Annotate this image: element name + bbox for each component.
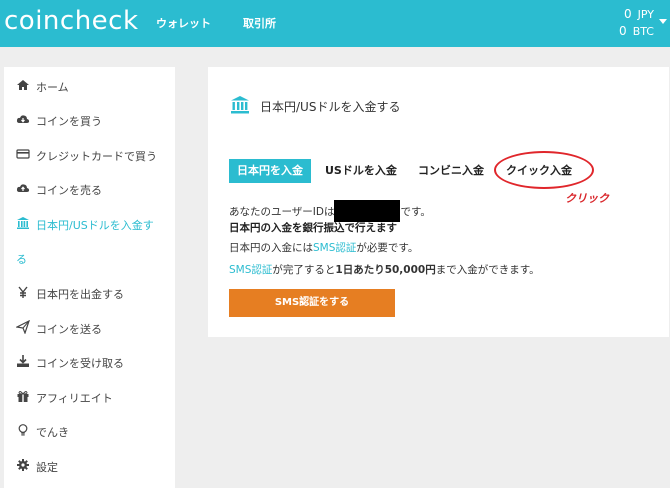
coincheck-logo[interactable]: coincheck xyxy=(4,6,139,36)
balance-jpy[interactable]: 0 JPY xyxy=(624,7,654,21)
sidebar-item-buy[interactable]: コインを買う xyxy=(4,104,175,134)
sidebar-item-label: アフィリエイト xyxy=(36,392,113,405)
home-icon xyxy=(17,80,29,90)
user-id-line: あなたのユーザーIDは です。 xyxy=(229,200,431,222)
sidebar-item-deposit[interactable]: 日本円/USドルを入金す xyxy=(4,208,175,238)
sidebar-item-label: 日本円/USドルを入金す xyxy=(36,219,154,232)
sidebar-item-home[interactable]: ホーム xyxy=(4,70,175,100)
user-id-prefix: あなたのユーザーIDは xyxy=(229,206,335,218)
gear-icon xyxy=(17,459,29,471)
nav-wallet[interactable]: ウォレット xyxy=(156,15,211,31)
credit-card-icon xyxy=(16,149,30,159)
balance-dropdown-caret-icon[interactable] xyxy=(659,19,667,24)
gift-icon xyxy=(17,391,29,402)
sms-auth-link[interactable]: SMS認証 xyxy=(313,242,356,254)
sidebar-item-settings[interactable]: 設定 xyxy=(4,450,175,480)
nav-exchange[interactable]: 取引所 xyxy=(243,15,276,31)
sidebar-item-label: クレジットカードで買う xyxy=(36,150,157,163)
sidebar-item-sell[interactable]: コインを売る xyxy=(4,173,175,203)
annotation-circle xyxy=(494,151,594,189)
sidebar-item-label: コインを買う xyxy=(36,115,102,128)
sidebar-item-label: コインを売る xyxy=(36,184,102,197)
redacted-user-id xyxy=(334,200,401,222)
sidebar-item-label: コインを受け取る xyxy=(36,357,124,370)
yen-icon xyxy=(18,286,28,298)
bank-icon xyxy=(17,217,29,229)
limit-line-amount: 1日あたり50,000円 xyxy=(335,264,436,276)
sidebar-item-label: でんき xyxy=(36,426,69,439)
sms-line-suffix: が必要です。 xyxy=(356,242,419,254)
limit-line-mid: が完了すると xyxy=(272,264,336,276)
sidebar-item-deposit-continuation[interactable]: る xyxy=(16,251,27,267)
bank-icon xyxy=(231,96,249,114)
bank-transfer-notice: 日本円の入金を銀行振込で行えます xyxy=(229,222,397,234)
sidebar-item-label: 日本円を出金する xyxy=(36,288,124,301)
sms-auth-link-2[interactable]: SMS認証 xyxy=(229,264,272,276)
sidebar-item-label: コインを送る xyxy=(36,323,102,336)
balance-btc-currency: BTC xyxy=(632,25,654,38)
sms-line-prefix: 日本円の入金には xyxy=(229,242,313,254)
sidebar-item-receive[interactable]: コインを受け取る xyxy=(4,346,175,376)
tab-convenience-deposit[interactable]: コンビニ入金 xyxy=(418,159,484,183)
cloud-download-icon xyxy=(16,115,30,123)
balance-btc-amount: 0 xyxy=(619,24,627,38)
top-header: coincheck ウォレット 取引所 0 JPY 0 BTC xyxy=(0,0,670,47)
balance-btc[interactable]: 0 BTC xyxy=(619,24,654,38)
limit-line-suffix: まで入金ができます。 xyxy=(435,264,540,276)
deposit-limit-line: SMS認証が完了すると1日あたり50,000円まで入金ができます。 xyxy=(229,262,540,277)
sidebar-item-denki[interactable]: でんき xyxy=(4,415,175,445)
sidebar-item-credit-card[interactable]: クレジットカードで買う xyxy=(4,139,175,169)
sidebar-item-label: ホーム xyxy=(36,81,69,94)
sms-auth-button[interactable]: SMS認証をする xyxy=(229,289,395,317)
sidebar-item-withdraw[interactable]: 日本円を出金する xyxy=(4,277,175,307)
sidebar-item-label: 設定 xyxy=(36,461,58,474)
balance-jpy-currency: JPY xyxy=(637,8,654,21)
user-id-suffix: です。 xyxy=(400,206,431,218)
cloud-upload-icon xyxy=(16,184,30,192)
sidebar: ホーム コインを買う クレジットカードで買う コインを売る 日本円/USドルを入… xyxy=(4,67,175,488)
send-icon xyxy=(16,320,30,334)
page-title: 日本円/USドルを入金する xyxy=(260,100,401,114)
tab-usd-deposit[interactable]: USドルを入金 xyxy=(325,159,397,183)
balance-jpy-amount: 0 xyxy=(624,7,632,21)
annotation-click-label: クリック xyxy=(565,192,609,205)
sidebar-item-send[interactable]: コインを送る xyxy=(4,312,175,342)
sms-required-line: 日本円の入金にはSMS認証が必要です。 xyxy=(229,240,418,255)
download-icon xyxy=(17,355,29,367)
sidebar-item-affiliate[interactable]: アフィリエイト xyxy=(4,381,175,411)
lightbulb-icon xyxy=(18,424,28,436)
tab-jpy-deposit[interactable]: 日本円を入金 xyxy=(229,159,311,183)
